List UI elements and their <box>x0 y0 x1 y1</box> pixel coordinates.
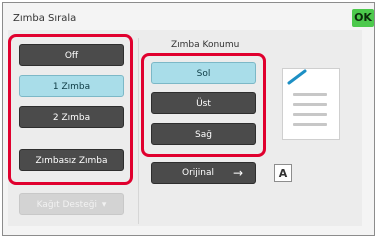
paper-support-label: Kağıt Desteği <box>36 200 97 210</box>
staple-1-button[interactable]: 1 Zımba <box>19 75 124 97</box>
stapleless-button[interactable]: Zımbasız Zımba <box>19 149 124 171</box>
staple-off-button[interactable]: Off <box>19 44 124 66</box>
page-title: Zımba Sırala <box>13 13 77 24</box>
staple-preview <box>282 68 340 140</box>
position-right-button[interactable]: Sağ <box>151 123 256 145</box>
preview-text-line <box>293 123 327 126</box>
preview-text-line <box>293 103 327 106</box>
position-left-button[interactable]: Sol <box>151 62 256 84</box>
preview-text-line <box>293 113 327 116</box>
paper-support-button: Kağıt Desteği ▾ <box>19 193 124 215</box>
position-top-button[interactable]: Üst <box>151 92 256 114</box>
staple-position-title: Zımba Konumu <box>171 40 240 50</box>
orientation-letter: A <box>274 164 292 182</box>
ok-button[interactable]: OK <box>352 9 374 27</box>
section-divider <box>138 38 139 224</box>
orientation-label: Orijinal <box>182 168 215 178</box>
orientation-button[interactable]: Orijinal → <box>151 162 256 184</box>
preview-text-line <box>293 93 327 96</box>
staple-2-button[interactable]: 2 Zımba <box>19 106 124 128</box>
arrow-right-icon: → <box>232 166 243 180</box>
chevron-down-icon: ▾ <box>101 200 107 210</box>
